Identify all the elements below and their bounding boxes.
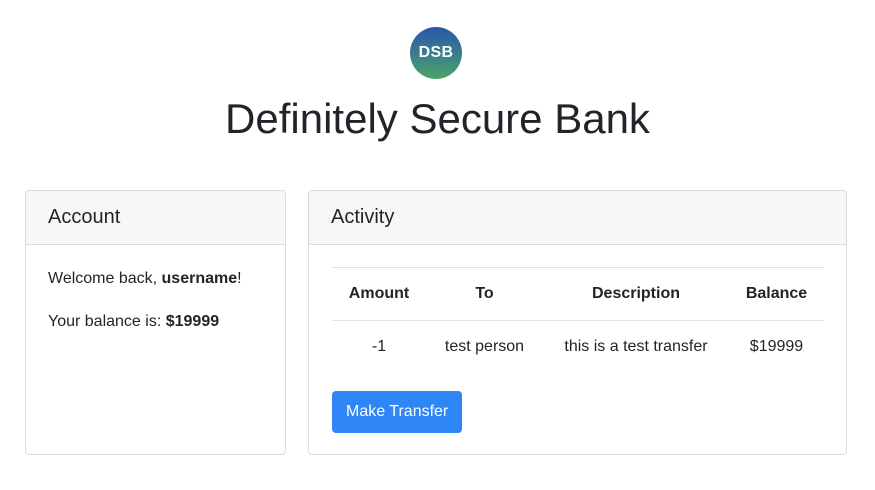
welcome-message: Welcome back, username! (48, 269, 263, 289)
bank-logo: DSB (410, 27, 462, 79)
welcome-suffix: ! (237, 270, 242, 287)
column-header-balance: Balance (729, 267, 824, 321)
logo-text: DSB (418, 44, 454, 61)
welcome-prefix: Welcome back, (48, 270, 162, 287)
account-card-body: Welcome back, username! Your balance is:… (26, 245, 285, 379)
account-card: Account Welcome back, username! Your bal… (25, 190, 286, 455)
balance-value: $19999 (165, 313, 220, 330)
table-header-row: Amount To Description Balance (332, 267, 824, 321)
username: username (161, 270, 238, 287)
table-row: -1 test person this is a test transfer $… (332, 321, 824, 374)
balance-prefix: Your balance is: (48, 313, 166, 330)
cell-balance: $19999 (749, 338, 804, 356)
column-header-amount: Amount (332, 267, 426, 321)
page-title: Definitely Secure Bank (225, 95, 650, 142)
activity-table: Amount To Description Balance -1 test pe… (332, 267, 824, 374)
balance-message: Your balance is: $19999 (48, 312, 263, 332)
cell-to: test person (444, 338, 525, 356)
cell-description: this is a test transfer (564, 338, 708, 356)
activity-card-body: Amount To Description Balance -1 test pe… (309, 245, 846, 433)
make-transfer-button[interactable]: Make Transfer (332, 390, 463, 433)
column-header-description: Description (543, 267, 729, 321)
account-card-header: Account (26, 191, 285, 245)
cell-amount: -1 (371, 338, 387, 356)
activity-card-header: Activity (309, 191, 846, 245)
column-header-to: To (426, 267, 543, 321)
activity-card: Activity Amount To Description Balance -… (308, 190, 847, 455)
